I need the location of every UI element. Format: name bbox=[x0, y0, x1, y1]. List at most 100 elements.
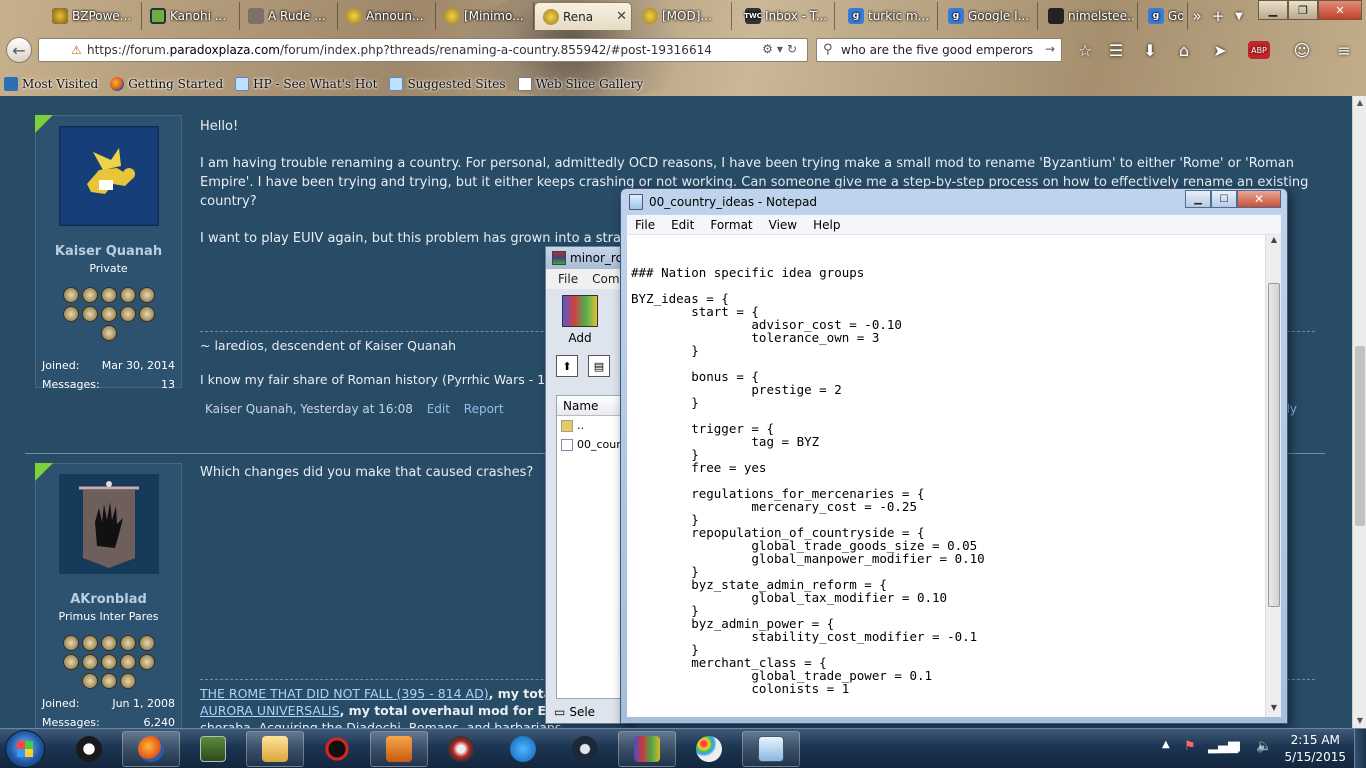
badge-icon[interactable] bbox=[100, 306, 117, 322]
username[interactable]: Kaiser Quanah bbox=[36, 244, 181, 259]
volume-icon[interactable]: 🔈 bbox=[1256, 739, 1272, 754]
bookmark-star-icon[interactable]: ☆ bbox=[1075, 40, 1095, 60]
text-editor[interactable]: ### Nation specific idea groups BYZ_idea… bbox=[627, 235, 1265, 717]
new-tab-icon[interactable]: + bbox=[1208, 4, 1228, 28]
taskbar-paint[interactable] bbox=[680, 731, 738, 767]
tab-announcement[interactable]: Announ... bbox=[338, 2, 436, 30]
badge-icon[interactable] bbox=[138, 654, 155, 670]
back-icon[interactable]: ← bbox=[6, 37, 32, 63]
scroll-thumb[interactable] bbox=[1355, 346, 1365, 526]
taskbar-notepad[interactable] bbox=[742, 731, 800, 767]
taskbar-steam[interactable] bbox=[556, 731, 614, 767]
tab-bzpower[interactable]: BZPowe... bbox=[44, 2, 142, 30]
scroll-up-icon[interactable]: ▲ bbox=[1353, 96, 1366, 110]
avatar[interactable] bbox=[58, 474, 159, 574]
show-hidden-icons-icon[interactable]: ▲ bbox=[1162, 739, 1170, 750]
search-input[interactable]: who are the five good emperors bbox=[841, 43, 1033, 57]
taskbar-computer[interactable] bbox=[184, 731, 242, 767]
badge-icon[interactable] bbox=[119, 287, 136, 303]
badge-icon[interactable] bbox=[100, 654, 117, 670]
page-scrollbar[interactable]: ▲ ▼ bbox=[1352, 96, 1366, 728]
show-desktop-button[interactable] bbox=[1354, 729, 1366, 768]
taskbar-blocked-app[interactable] bbox=[308, 731, 366, 767]
tab-turkic[interactable]: g turkic m... bbox=[840, 2, 938, 30]
badge-icon[interactable] bbox=[119, 635, 136, 651]
winrar-menu-commands[interactable]: Com bbox=[592, 272, 619, 286]
signature-link[interactable]: THE ROME THAT DID NOT FALL (395 - 814 AD… bbox=[200, 686, 489, 701]
taskbar-firefox[interactable] bbox=[122, 731, 180, 767]
post-author-date[interactable]: Kaiser Quanah, Yesterday at 16:08 bbox=[205, 402, 413, 416]
badge-icon[interactable] bbox=[81, 306, 98, 322]
badge-icon[interactable] bbox=[62, 654, 79, 670]
scroll-down-icon[interactable]: ▼ bbox=[1266, 703, 1282, 717]
file-content[interactable]: ### Nation specific idea groups BYZ_idea… bbox=[627, 235, 1265, 695]
avatar[interactable] bbox=[58, 126, 159, 226]
tab-scroll-right-icon[interactable]: » bbox=[1188, 4, 1206, 28]
username[interactable]: AKronblad bbox=[36, 592, 181, 607]
maximize-icon[interactable]: ☐ bbox=[1211, 190, 1237, 208]
taskbar-red-app[interactable] bbox=[432, 731, 490, 767]
winrar-add-button[interactable]: Add bbox=[556, 295, 604, 345]
tab-google-images[interactable]: g Google I... bbox=[940, 2, 1038, 30]
smiley-icon[interactable]: ☺ bbox=[1292, 40, 1312, 60]
scroll-up-icon[interactable]: ▲ bbox=[1266, 235, 1282, 249]
start-button[interactable] bbox=[5, 730, 45, 768]
bookmark-getting-started[interactable]: Getting Started bbox=[106, 77, 231, 91]
tab-minimod[interactable]: [Minimo... bbox=[436, 2, 534, 30]
search-box[interactable]: ⚲ who are the five good emperors → bbox=[816, 38, 1062, 62]
badge-icon[interactable] bbox=[62, 287, 79, 303]
menu-icon[interactable]: ≡ bbox=[1334, 40, 1354, 60]
restore-icon[interactable]: ❐ bbox=[1288, 0, 1318, 20]
notepad-titlebar[interactable]: 00_country_ideas - Notepad bbox=[627, 189, 1281, 215]
signature-link[interactable]: AURORA UNIVERSALIS bbox=[200, 703, 340, 718]
badge-icon[interactable] bbox=[81, 635, 98, 651]
tab-mod[interactable]: [MOD]... bbox=[634, 2, 732, 30]
system-clock[interactable]: 2:15 AM 5/15/2015 bbox=[1284, 732, 1346, 766]
tab-renaming-active[interactable]: Rena ✕ bbox=[534, 2, 632, 30]
badge-icon[interactable] bbox=[100, 635, 117, 651]
bookmark-most-visited[interactable]: Most Visited bbox=[0, 77, 106, 91]
edit-link[interactable]: Edit bbox=[427, 402, 450, 416]
list-tabs-icon[interactable]: ▼ bbox=[1230, 4, 1248, 28]
report-link[interactable]: Report bbox=[464, 402, 504, 416]
taskbar-explorer[interactable] bbox=[246, 731, 304, 767]
winrar-menu-file[interactable]: File bbox=[558, 272, 578, 286]
menu-file[interactable]: File bbox=[627, 218, 663, 232]
bookmark-suggested-sites[interactable]: Suggested Sites bbox=[385, 77, 513, 91]
taskbar-m-app[interactable] bbox=[494, 731, 552, 767]
url-bar[interactable]: ⚠ https://forum.paradoxplaza.com/forum/i… bbox=[38, 38, 808, 62]
download-icon[interactable]: ⬇ bbox=[1140, 40, 1160, 60]
badge-icon[interactable] bbox=[100, 325, 117, 341]
tab-kanohi[interactable]: Kanohi ... bbox=[142, 2, 240, 30]
menu-format[interactable]: Format bbox=[702, 218, 760, 232]
tab-google[interactable]: g Go bbox=[1140, 2, 1188, 30]
tab-nimelstee[interactable]: nimelstee... bbox=[1040, 2, 1138, 30]
up-folder-icon[interactable]: ⬆ bbox=[556, 355, 578, 377]
badge-icon[interactable] bbox=[138, 635, 155, 651]
taskbar-media-player[interactable] bbox=[370, 731, 428, 767]
bookmark-hp[interactable]: HP - See What's Hot bbox=[231, 77, 385, 91]
menu-edit[interactable]: Edit bbox=[663, 218, 702, 232]
minimize-icon[interactable]: ▁ bbox=[1258, 0, 1288, 20]
badge-icon[interactable] bbox=[62, 306, 79, 322]
badge-icon[interactable] bbox=[100, 673, 117, 689]
badge-icon[interactable] bbox=[119, 673, 136, 689]
battery-icon[interactable]: ▮ bbox=[1234, 739, 1241, 754]
search-go-icon[interactable]: → bbox=[1045, 42, 1055, 56]
badge-icon[interactable] bbox=[119, 654, 136, 670]
menu-help[interactable]: Help bbox=[805, 218, 848, 232]
bookmark-web-slice-gallery[interactable]: Web Slice Gallery bbox=[514, 77, 652, 91]
badge-icon[interactable] bbox=[62, 635, 79, 651]
action-center-icon[interactable]: ⚑ bbox=[1184, 739, 1196, 754]
tab-rude[interactable]: A Rude ... bbox=[240, 2, 338, 30]
badge-icon[interactable] bbox=[100, 287, 117, 303]
scroll-thumb[interactable] bbox=[1268, 283, 1280, 607]
close-icon[interactable]: ✕ bbox=[1237, 190, 1281, 208]
bookmarks-menu-icon[interactable]: ☰ bbox=[1106, 40, 1126, 60]
send-icon[interactable]: ➤ bbox=[1210, 40, 1230, 60]
editor-scrollbar[interactable]: ▲ ▼ bbox=[1265, 235, 1281, 717]
archive-icon[interactable]: ▤ bbox=[588, 355, 610, 377]
badge-icon[interactable] bbox=[81, 673, 98, 689]
badge-icon[interactable] bbox=[81, 287, 98, 303]
minimize-icon[interactable]: ▁ bbox=[1185, 190, 1211, 208]
